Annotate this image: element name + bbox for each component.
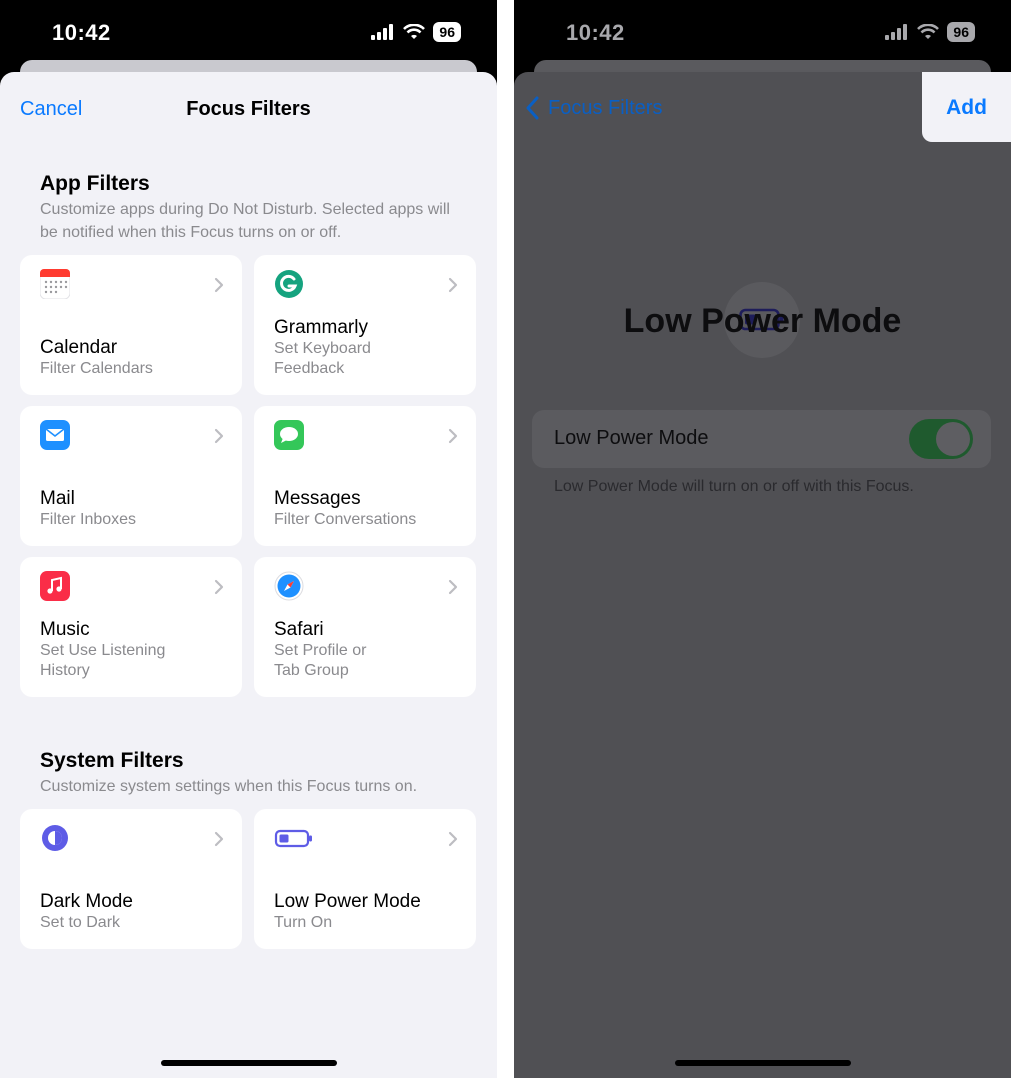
wifi-icon bbox=[403, 24, 426, 39]
low-power-mode-row: Low Power Mode bbox=[532, 410, 991, 468]
chevron-right-icon bbox=[214, 277, 224, 293]
tile-title: Dark Mode bbox=[40, 891, 133, 912]
tile-title: Low Power Mode bbox=[274, 891, 421, 912]
tile-subtitle: Filter Conversations bbox=[274, 511, 417, 528]
grammarly-filter-tile[interactable]: Grammarly Set Keyboard Feedback bbox=[254, 255, 476, 395]
music-icon bbox=[40, 571, 70, 601]
left-screen: 10:42 96 Cancel Focus Filters App Filter… bbox=[0, 0, 497, 1078]
chevron-right-icon bbox=[448, 428, 458, 444]
toggle-footer-text: Low Power Mode will turn on or off with … bbox=[554, 478, 914, 495]
tile-title: Music bbox=[40, 619, 90, 640]
back-button-label: Focus Filters bbox=[548, 96, 663, 119]
battery-level: 96 bbox=[433, 22, 461, 42]
status-time: 10:42 bbox=[52, 20, 111, 45]
page-title: Focus Filters bbox=[186, 98, 311, 120]
cellular-signal-icon bbox=[371, 24, 394, 40]
tile-title: Calendar bbox=[40, 337, 118, 358]
app-filters-description: Customize apps during Do Not Disturb. Se… bbox=[40, 201, 450, 241]
low-power-mode-sheet: Focus Filters Low Power Mode Low Power M… bbox=[514, 72, 1011, 1078]
low-power-mode-title: Low Power Mode bbox=[623, 302, 902, 340]
mail-filter-tile[interactable]: Mail Filter Inboxes bbox=[20, 406, 242, 546]
chevron-right-icon bbox=[448, 579, 458, 595]
grammarly-icon bbox=[275, 270, 303, 298]
chevron-right-icon bbox=[214, 428, 224, 444]
chevron-left-icon bbox=[526, 96, 539, 120]
add-button-label: Add bbox=[946, 96, 987, 119]
dark-mode-icon bbox=[42, 825, 68, 851]
chevron-right-icon bbox=[448, 277, 458, 293]
tile-title: Mail bbox=[40, 488, 75, 509]
tile-title: Grammarly bbox=[274, 317, 368, 338]
messages-filter-tile[interactable]: Messages Filter Conversations bbox=[254, 406, 476, 546]
tile-subtitle: Set Profile or Tab Group bbox=[274, 642, 367, 679]
tile-subtitle: Set Use Listening History bbox=[40, 642, 166, 679]
back-button[interactable]: Focus Filters bbox=[526, 96, 662, 120]
chevron-right-icon bbox=[448, 831, 458, 847]
focus-filters-sheet: Cancel Focus Filters App Filters Customi… bbox=[0, 72, 497, 1078]
status-bar: 10:42 96 bbox=[514, 0, 1011, 64]
messages-icon bbox=[274, 420, 304, 450]
home-indicator bbox=[674, 1060, 851, 1066]
toggle-label: Low Power Mode bbox=[554, 427, 709, 449]
tile-subtitle: Set to Dark bbox=[40, 914, 121, 931]
battery-icon bbox=[274, 829, 312, 848]
tile-title: Safari bbox=[274, 619, 324, 640]
music-filter-tile[interactable]: Music Set Use Listening History bbox=[20, 557, 242, 697]
low-power-mode-filter-tile[interactable]: Low Power Mode Turn On bbox=[254, 809, 476, 949]
tile-subtitle: Filter Calendars bbox=[40, 360, 153, 377]
battery-level: 96 bbox=[947, 22, 975, 42]
safari-filter-tile[interactable]: Safari Set Profile or Tab Group bbox=[254, 557, 476, 697]
cellular-signal-icon bbox=[885, 24, 908, 40]
safari-icon bbox=[274, 571, 304, 601]
toggle-knob bbox=[936, 422, 970, 456]
app-filters-header: App Filters bbox=[40, 172, 150, 195]
tile-subtitle: Filter Inboxes bbox=[40, 511, 137, 528]
status-time: 10:42 bbox=[566, 20, 625, 45]
wifi-icon bbox=[917, 24, 940, 39]
tile-title: Messages bbox=[274, 488, 361, 509]
tile-subtitle: Turn On bbox=[274, 914, 333, 931]
right-screen: 10:42 96 Focus Filters Low Power Mode Lo… bbox=[514, 0, 1011, 1078]
low-power-mode-toggle[interactable] bbox=[909, 419, 973, 459]
tile-subtitle: Set Keyboard Feedback bbox=[274, 340, 371, 377]
system-filters-description: Customize system settings when this Focu… bbox=[40, 778, 418, 795]
calendar-icon bbox=[40, 269, 70, 299]
dark-mode-filter-tile[interactable]: Dark Mode Set to Dark bbox=[20, 809, 242, 949]
system-filters-header: System Filters bbox=[40, 749, 184, 772]
home-indicator bbox=[160, 1060, 337, 1066]
add-button[interactable]: Add bbox=[922, 72, 1011, 142]
status-bar: 10:42 96 bbox=[0, 0, 497, 64]
mail-icon bbox=[40, 420, 70, 450]
chevron-right-icon bbox=[214, 579, 224, 595]
chevron-right-icon bbox=[214, 831, 224, 847]
calendar-filter-tile[interactable]: Calendar Filter Calendars bbox=[20, 255, 242, 395]
